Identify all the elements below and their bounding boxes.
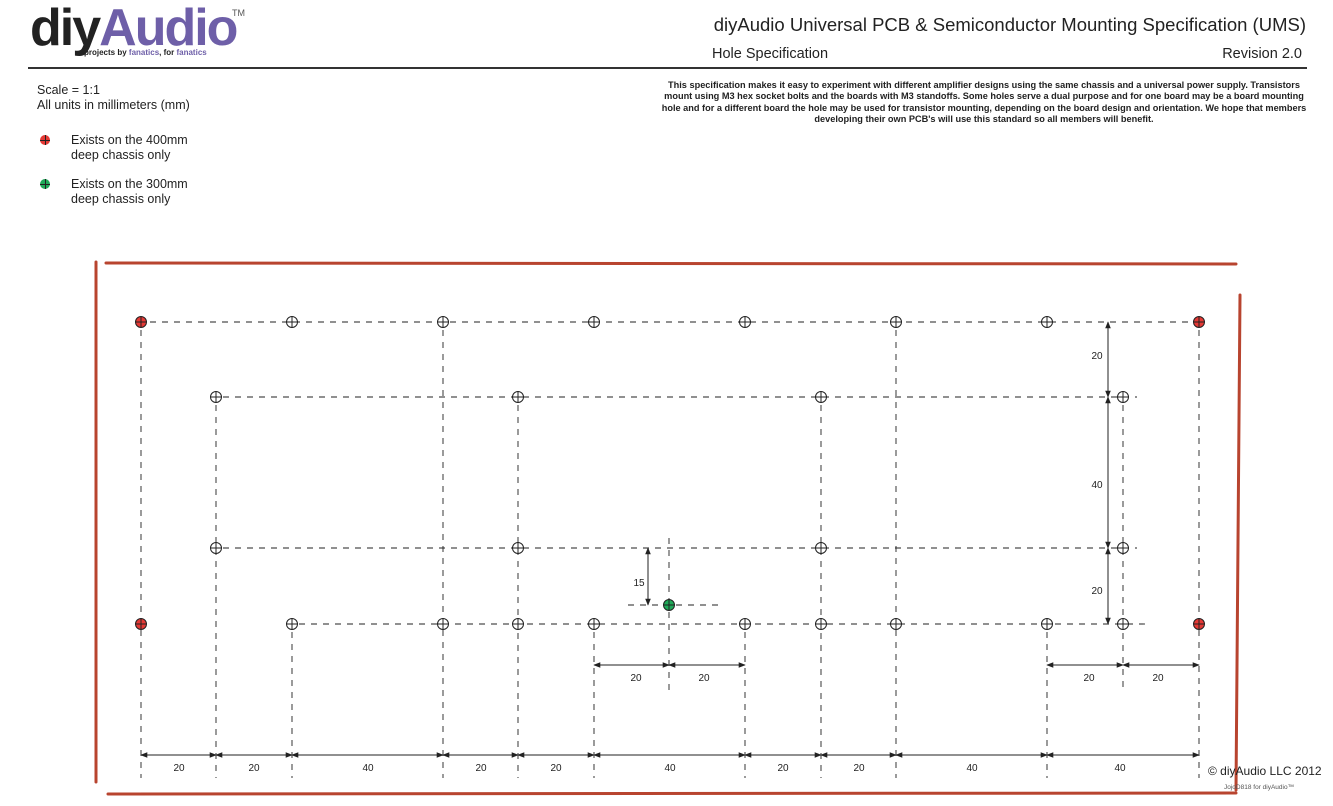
dimension-lines	[140, 321, 1200, 758]
author-credit: JojoD818 for diyAudio™	[1224, 784, 1295, 791]
mounting-hole	[890, 316, 902, 328]
mounting-hole	[1117, 618, 1129, 630]
mounting-hole	[1041, 618, 1053, 630]
mounting-hole	[512, 542, 524, 554]
hole-400mm-only	[135, 618, 147, 630]
dim-label: 20	[1083, 673, 1095, 684]
mounting-hole	[512, 391, 524, 403]
mounting-hole	[739, 618, 751, 630]
dim-label: 20	[630, 673, 642, 684]
mounting-hole	[210, 542, 222, 554]
dim-label: 40	[664, 763, 676, 774]
mounting-hole	[437, 316, 449, 328]
mounting-hole	[1117, 391, 1129, 403]
mounting-hole	[437, 618, 449, 630]
panel-frame	[94, 260, 1242, 796]
hole-400mm-only	[1193, 618, 1205, 630]
dim-label: 40	[1114, 763, 1126, 774]
mounting-hole	[286, 316, 298, 328]
hole-400mm-only	[1193, 316, 1205, 328]
mounting-hole	[588, 618, 600, 630]
mounting-holes	[135, 316, 1205, 630]
mounting-hole	[815, 618, 827, 630]
mounting-hole	[588, 316, 600, 328]
dim-label: 20	[173, 763, 185, 774]
mounting-hole	[210, 391, 222, 403]
dim-label: 20	[1091, 586, 1103, 597]
hole-300mm-only	[663, 599, 675, 611]
dim-label: 20	[698, 673, 710, 684]
dim-label: 20	[248, 763, 260, 774]
grid-lines	[140, 321, 1200, 778]
hole-400mm-only	[135, 316, 147, 328]
copyright-notice: © diyAudio LLC 2012	[1208, 764, 1322, 778]
dim-label: 40	[362, 763, 374, 774]
dim-label: 20	[550, 763, 562, 774]
mounting-hole	[1117, 542, 1129, 554]
mounting-hole	[815, 391, 827, 403]
mounting-hole	[512, 618, 524, 630]
dim-label: 20	[777, 763, 789, 774]
dim-label: 20	[1152, 673, 1164, 684]
mounting-hole	[890, 618, 902, 630]
dim-label: 40	[966, 763, 978, 774]
dim-label: 40	[1091, 480, 1103, 491]
dim-label: 20	[475, 763, 487, 774]
dim-label: 15	[633, 578, 645, 589]
hole-diagram: 20 20 40 20 20 40 20 20 40 40 20 20 20 2…	[94, 260, 1242, 796]
dim-label: 20	[853, 763, 865, 774]
mounting-hole	[739, 316, 751, 328]
mounting-hole	[1041, 316, 1053, 328]
dim-label: 20	[1091, 351, 1103, 362]
mounting-hole	[815, 542, 827, 554]
mounting-hole	[286, 618, 298, 630]
